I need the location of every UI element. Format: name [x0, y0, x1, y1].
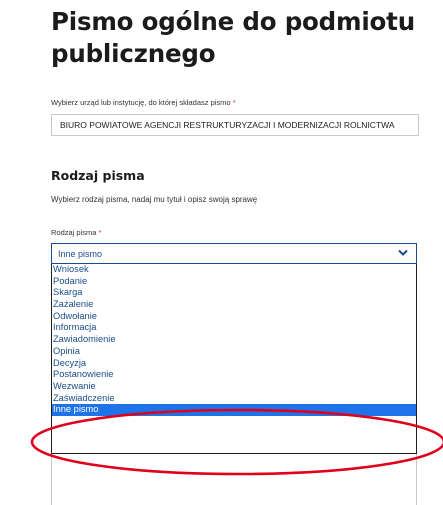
- letter-type-dropdown-list[interactable]: Wniosek Podanie Skarga Zażalenie Odwołanie In…: [51, 264, 417, 454]
- letter-type-label: Rodzaj pisma *: [51, 228, 101, 237]
- required-mark: *: [232, 98, 236, 107]
- letter-type-select[interactable]: Inne pismo: [51, 243, 417, 264]
- description-textarea[interactable]: [51, 454, 417, 505]
- dropdown-option[interactable]: Zażalenie: [52, 299, 416, 311]
- letter-type-selected-value: Inne pismo: [58, 249, 103, 259]
- dropdown-option[interactable]: Wezwanie: [52, 381, 416, 393]
- page-title: Pismo ogólne do podmiotu publicznego: [51, 7, 415, 68]
- dropdown-option[interactable]: Odwołanie: [52, 311, 416, 323]
- section-description: Wybierz rodzaj pisma, nadaj mu tytuł i o…: [51, 195, 258, 204]
- institution-label-text: Wybierz urząd lub instytucję, do której …: [51, 98, 231, 107]
- dropdown-option[interactable]: Inne pismo: [52, 404, 416, 416]
- dropdown-option[interactable]: Wniosek: [52, 264, 416, 276]
- chevron-down-icon[interactable]: [398, 249, 408, 257]
- letter-type-label-text: Rodzaj pisma: [51, 228, 97, 237]
- dropdown-option[interactable]: Zawiadomienie: [52, 334, 416, 346]
- institution-field[interactable]: BIURO POWIATOWE AGENCJI RESTRUKTURYZACJI…: [51, 114, 419, 136]
- dropdown-option[interactable]: Decyzja: [52, 358, 416, 370]
- dropdown-option[interactable]: Opinia: [52, 346, 416, 358]
- dropdown-option[interactable]: Postanowienie: [52, 369, 416, 381]
- section-title: Rodzaj pisma: [51, 168, 145, 183]
- dropdown-option[interactable]: Podanie: [52, 276, 416, 288]
- dropdown-option[interactable]: Skarga: [52, 287, 416, 299]
- required-mark: *: [98, 228, 102, 237]
- institution-label: Wybierz urząd lub instytucję, do której …: [51, 98, 236, 107]
- dropdown-option[interactable]: Informacja: [52, 322, 416, 334]
- dropdown-option[interactable]: Zaświadczenie: [52, 393, 416, 405]
